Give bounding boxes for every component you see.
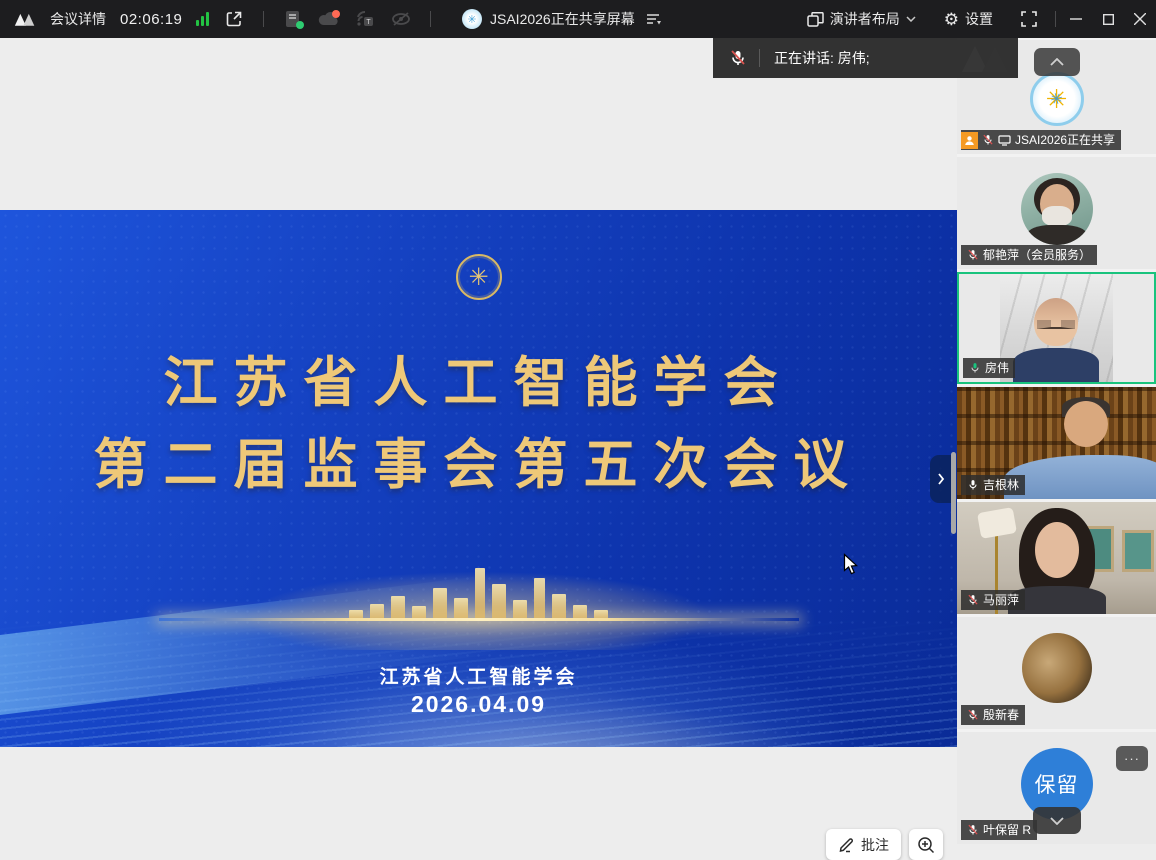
shared-screen-stage: ✳ 江苏省人工智能学会 第二届监事会第五次会议 江苏省人工智能学会 2026.0… <box>0 38 957 833</box>
participant-video <box>1000 274 1113 382</box>
share-control-icon[interactable] <box>643 8 665 30</box>
avatar-initials: 保留 <box>1035 769 1079 799</box>
magnifier-plus-icon <box>917 836 935 854</box>
sidebar-expand-tab[interactable] <box>930 455 952 503</box>
participant-name: 马丽萍 <box>983 594 1019 606</box>
mic-muted-icon <box>967 594 979 606</box>
gear-icon: ⚙ <box>944 11 959 28</box>
chevron-down-icon <box>1050 817 1064 825</box>
toast-divider <box>759 49 760 67</box>
mic-on-icon <box>967 479 979 491</box>
participant-tile-yebaoliu[interactable]: 保留 ··· 叶保留 R <box>957 732 1156 844</box>
mic-muted-icon <box>713 49 759 67</box>
skyline-baseline <box>159 618 799 621</box>
sidebar-collapse-button[interactable] <box>1034 48 1080 76</box>
participant-tile-fangwei[interactable]: 房伟 <box>957 272 1156 384</box>
watermark-logo-icon <box>960 42 1012 77</box>
participant-name: 房伟 <box>985 362 1009 374</box>
svg-text:T: T <box>367 19 372 26</box>
participant-label: 吉根林 <box>961 475 1025 495</box>
participant-name: 殷新春 <box>983 709 1019 721</box>
settings-label: 设置 <box>965 9 993 29</box>
participant-label: 房伟 <box>963 358 1015 378</box>
settings-button[interactable]: ⚙ 设置 <box>930 0 1007 38</box>
society-emblem-icon: ✳ <box>456 254 502 300</box>
zoom-button[interactable] <box>909 829 943 860</box>
participant-name: 叶保留 R <box>983 824 1031 836</box>
jsai-logo-avatar: ✳✳ <box>1030 72 1084 126</box>
participant-tile-yinxinchun[interactable]: 殷新春 <box>957 617 1156 729</box>
layout-selector[interactable]: 演讲者布局 <box>793 0 930 38</box>
more-options-button[interactable]: ··· <box>1116 746 1148 771</box>
participant-label: 马丽萍 <box>961 590 1025 610</box>
mic-muted-icon <box>967 824 979 836</box>
mic-muted-icon <box>967 249 979 261</box>
participant-avatar <box>1021 173 1093 245</box>
hide-eye-icon[interactable] <box>390 8 412 30</box>
sidebar-scrollbar[interactable] <box>951 452 956 534</box>
annotate-label: 批注 <box>861 835 889 855</box>
window-titlebar: 会议详情 02:06:19 T ✳ JSAI2026正在共享屏幕 <box>0 0 1156 38</box>
slide-title-line1: 江苏省人工智能学会 <box>0 338 957 417</box>
chevron-down-icon <box>906 16 916 22</box>
presentation-slide: ✳ 江苏省人工智能学会 第二届监事会第五次会议 江苏省人工智能学会 2026.0… <box>0 210 957 747</box>
slide-footer-org: 江苏省人工智能学会 <box>0 662 957 689</box>
chevron-up-icon <box>1050 58 1064 66</box>
city-skyline-graphic <box>219 562 739 620</box>
participant-name: JSAI2026正在共享 <box>1015 134 1115 146</box>
sharing-status-text: JSAI2026正在共享屏幕 <box>490 9 635 29</box>
open-window-icon[interactable] <box>223 8 245 30</box>
pen-icon <box>838 837 855 853</box>
participant-tile-jigenlin[interactable]: 吉根林 <box>957 387 1156 499</box>
participant-label: JSAI2026正在共享 <box>961 130 1121 150</box>
network-share-icon[interactable]: T <box>354 8 376 30</box>
mic-speaking-icon <box>969 362 981 374</box>
participant-label: 叶保留 R <box>961 820 1037 840</box>
participant-name: 吉根林 <box>983 479 1019 491</box>
participants-sidebar: ✳✳ JSAI2026正在共享 郁艳萍（会员服务） <box>957 38 1156 833</box>
screen-share-icon <box>998 135 1011 146</box>
cloud-icon[interactable] <box>318 8 340 30</box>
chevron-right-icon <box>937 473 945 485</box>
speaking-toast: 正在讲话: 房伟; <box>713 38 1018 78</box>
titlebar-divider <box>1055 11 1056 27</box>
mic-muted-icon <box>967 709 979 721</box>
speaking-name: 房伟; <box>838 48 870 68</box>
slide-footer-date: 2026.04.09 <box>0 691 957 718</box>
participant-name: 郁艳萍（会员服务） <box>983 249 1091 261</box>
titlebar-divider <box>430 11 431 27</box>
meeting-details-button[interactable]: 会议详情 <box>50 9 106 29</box>
participant-avatar <box>1022 633 1092 703</box>
maximize-button[interactable] <box>1092 0 1124 38</box>
scroll-down-button[interactable] <box>1033 807 1081 834</box>
app-logo-icon <box>14 8 36 30</box>
layout-label: 演讲者布局 <box>830 9 900 29</box>
sharer-avatar: ✳ <box>462 9 482 29</box>
participant-tile-yuyanping[interactable]: 郁艳萍（会员服务） <box>957 157 1156 269</box>
participant-label: 郁艳萍（会员服务） <box>961 245 1097 265</box>
minimize-button[interactable] <box>1060 0 1092 38</box>
mic-muted-icon <box>982 134 994 146</box>
participant-tile-maliping[interactable]: 马丽萍 <box>957 502 1156 614</box>
network-signal-icon[interactable] <box>196 12 209 26</box>
speaking-prefix: 正在讲话: <box>774 48 834 68</box>
meeting-timer: 02:06:19 <box>120 11 182 28</box>
titlebar-divider <box>263 11 264 27</box>
participant-label: 殷新春 <box>961 705 1025 725</box>
host-badge-icon <box>961 132 978 149</box>
recording-file-icon[interactable] <box>282 8 304 30</box>
slide-title-line2: 第二届监事会第五次会议 <box>0 420 957 499</box>
close-button[interactable] <box>1124 0 1156 38</box>
fullscreen-icon <box>1021 11 1037 27</box>
annotate-button[interactable]: 批注 <box>826 829 901 860</box>
fullscreen-button[interactable] <box>1007 0 1051 38</box>
